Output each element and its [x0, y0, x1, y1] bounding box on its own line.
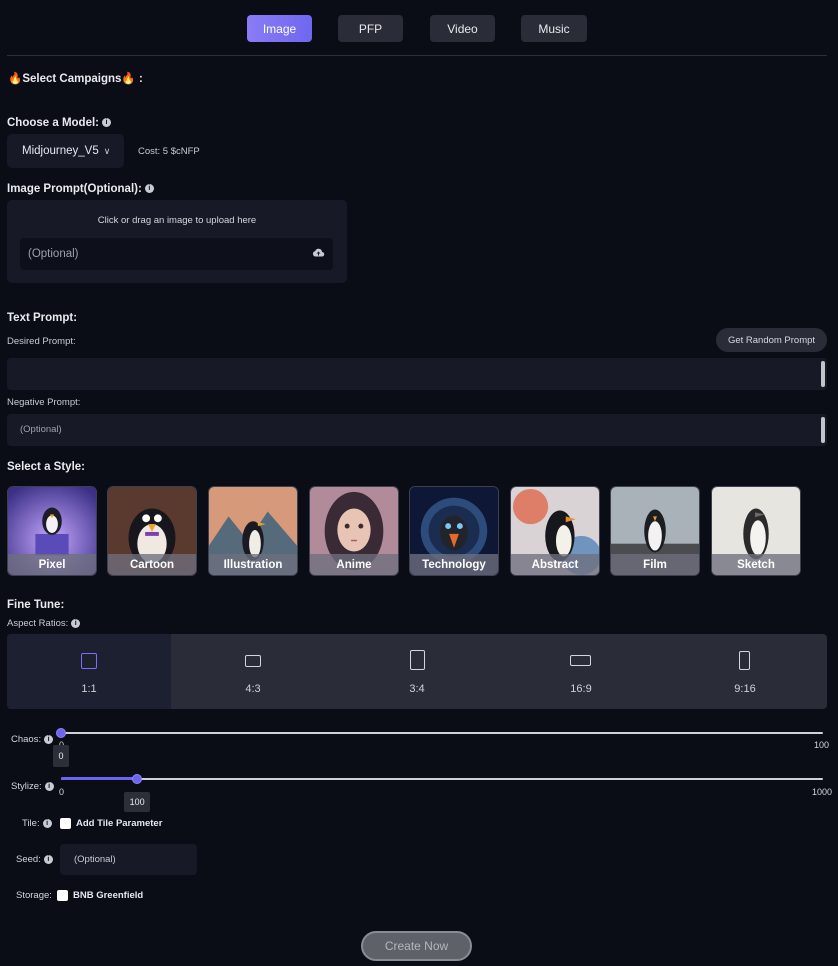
fire-icon: 🔥 — [121, 73, 136, 85]
aspect-option-16-9[interactable]: 16:9 — [499, 634, 663, 709]
storage-checkbox-label: BNB Greenfield — [73, 890, 144, 901]
tile-checkbox[interactable] — [60, 818, 71, 829]
stylize-label: Stylize: i — [11, 781, 54, 792]
image-upload-dropzone[interactable]: Click or drag an image to upload here (O… — [7, 200, 347, 283]
random-prompt-button[interactable]: Get Random Prompt — [716, 328, 827, 352]
chaos-slider-thumb[interactable] — [56, 728, 66, 738]
style-card-illustration[interactable]: Illustration — [208, 486, 298, 576]
style-label-anime: Anime — [310, 554, 398, 575]
cloud-upload-icon[interactable] — [312, 248, 325, 258]
style-label-sketch: Sketch — [712, 554, 800, 575]
chaos-value-tooltip: 0 — [53, 745, 69, 767]
cost-label: Cost: 5 $cNFP — [138, 146, 200, 157]
storage-label: Storage: — [16, 890, 52, 901]
info-icon: i — [44, 781, 54, 791]
style-label: Select a Style: — [7, 461, 85, 473]
info-icon: i — [102, 118, 112, 128]
style-card-pixel[interactable]: Pixel — [7, 486, 97, 576]
scrollbar[interactable] — [821, 417, 825, 443]
tile-checkbox-label: Add Tile Parameter — [76, 818, 163, 829]
style-label-illustration: Illustration — [209, 554, 297, 575]
info-icon: i — [43, 854, 53, 864]
style-card-anime[interactable]: Anime — [309, 486, 399, 576]
landscape-ratio-icon — [245, 655, 261, 667]
info-icon: i — [71, 618, 81, 628]
tab-pfp[interactable]: PFP — [338, 15, 403, 42]
aspect-ratio-selector: 1:1 4:3 3:4 16:9 9:16 — [7, 634, 827, 709]
tab-music[interactable]: Music — [521, 15, 587, 42]
storage-checkbox[interactable] — [57, 890, 68, 901]
header-divider — [7, 55, 827, 56]
campaigns-label: 🔥Select Campaigns🔥 : — [8, 73, 143, 85]
fire-icon: 🔥 — [8, 73, 23, 85]
chevron-down-icon: ∨ — [103, 145, 111, 156]
stylize-value-tooltip: 100 — [124, 792, 151, 812]
style-label-abstract: Abstract — [511, 554, 599, 575]
widescreen-ratio-icon — [570, 655, 591, 666]
stylize-min: 0 — [59, 787, 65, 797]
stylize-slider-thumb[interactable] — [132, 774, 143, 784]
aspect-option-3-4[interactable]: 3:4 — [335, 634, 499, 709]
chaos-max: 100 — [814, 740, 830, 750]
text-prompt-label: Text Prompt: — [7, 312, 78, 324]
desired-prompt-label: Desired Prompt: — [7, 336, 76, 347]
negative-prompt-input[interactable]: (Optional) — [7, 414, 827, 446]
style-card-abstract[interactable]: Abstract — [510, 486, 600, 576]
aspect-option-9-16[interactable]: 9:16 — [663, 634, 827, 709]
style-card-technology[interactable]: Technology — [409, 486, 499, 576]
style-label-film: Film — [611, 554, 699, 575]
style-card-film[interactable]: Film — [610, 486, 700, 576]
seed-input[interactable]: (Optional) — [60, 844, 197, 875]
square-ratio-icon — [81, 653, 97, 669]
create-now-button[interactable]: Create Now — [361, 931, 472, 961]
chaos-slider-track[interactable] — [61, 732, 823, 734]
style-card-sketch[interactable]: Sketch — [711, 486, 801, 576]
upload-hint: Click or drag an image to upload here — [97, 215, 257, 226]
model-label: Choose a Model: i — [7, 117, 112, 129]
chaos-label: Chaos: i — [11, 734, 54, 745]
desired-prompt-input[interactable] — [7, 358, 827, 390]
info-icon: i — [44, 734, 54, 744]
model-select[interactable]: Midjourney_V5 ∨ — [7, 134, 124, 168]
stylize-slider-fill — [61, 777, 138, 780]
tab-video[interactable]: Video — [430, 15, 495, 42]
style-card-cartoon[interactable]: Cartoon — [107, 486, 197, 576]
aspect-ratios-label: Aspect Ratios: i — [7, 618, 81, 629]
aspect-option-1-1[interactable]: 1:1 — [7, 634, 171, 709]
portrait-ratio-icon — [410, 650, 425, 670]
fine-tune-label: Fine Tune: — [7, 599, 65, 611]
image-prompt-label: Image Prompt(Optional): i — [7, 183, 154, 195]
negative-prompt-label: Negative Prompt: — [7, 397, 81, 408]
mode-tabs: Image PFP Video Music — [0, 15, 838, 42]
scrollbar[interactable] — [821, 361, 825, 387]
style-label-pixel: Pixel — [8, 554, 96, 575]
tall-ratio-icon — [739, 651, 750, 670]
tab-image[interactable]: Image — [247, 15, 312, 42]
style-label-technology: Technology — [410, 554, 498, 575]
stylize-max: 1000 — [812, 787, 833, 797]
seed-label: Seed: i — [16, 854, 53, 865]
info-icon: i — [42, 818, 52, 828]
info-icon: i — [144, 184, 154, 194]
aspect-option-4-3[interactable]: 4:3 — [171, 634, 335, 709]
image-prompt-input[interactable]: (Optional) — [20, 238, 333, 270]
stylize-slider-track[interactable] — [61, 778, 823, 780]
tile-label: Tile: i — [22, 818, 52, 829]
style-label-cartoon: Cartoon — [108, 554, 196, 575]
